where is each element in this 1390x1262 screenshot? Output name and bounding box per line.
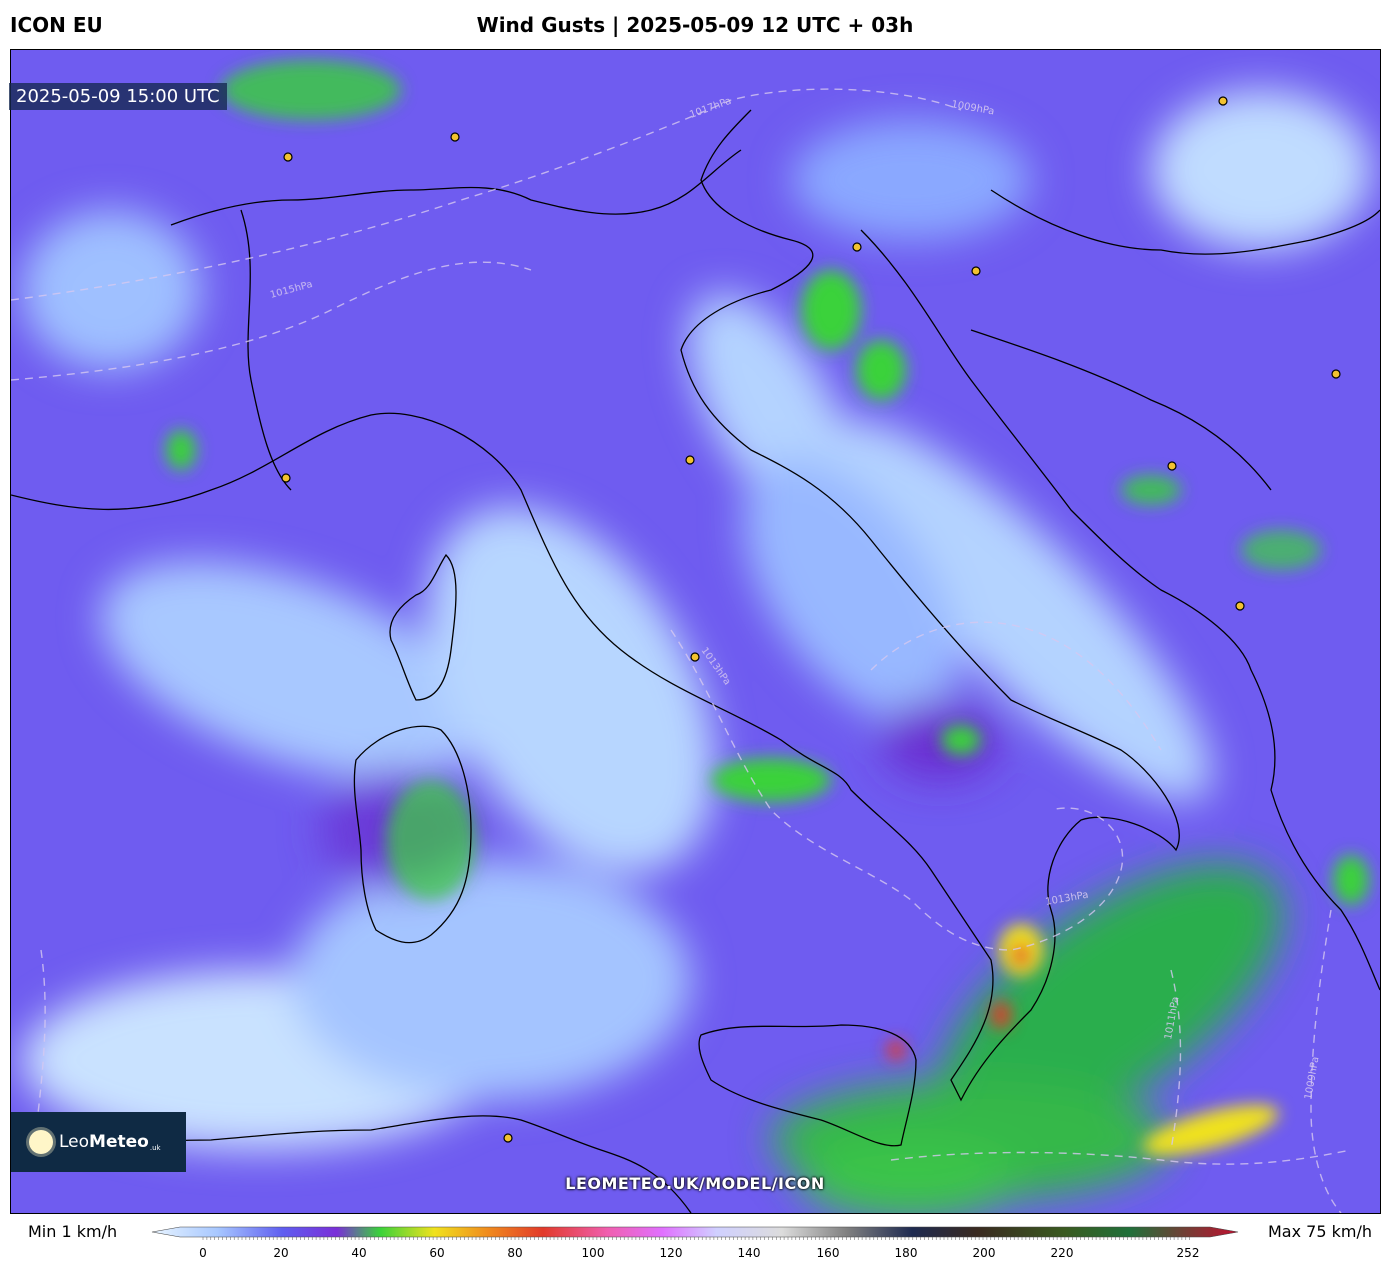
colorbar-tick-label: 180 bbox=[895, 1246, 918, 1260]
logo-text: LeoMeteo.uk bbox=[59, 1132, 161, 1152]
colorbar-tick-label: 40 bbox=[351, 1246, 366, 1260]
city-marker bbox=[281, 473, 291, 483]
city-marker bbox=[450, 132, 460, 142]
leometeo-logo[interactable]: LeoMeteo.uk bbox=[11, 1112, 186, 1172]
city-marker bbox=[690, 652, 700, 662]
colorbar: 0 20 40 60 80 100 120 140 160 180 200 22… bbox=[151, 1226, 1239, 1260]
colorbar-max-label: Max 75 km/h bbox=[1268, 1222, 1372, 1241]
city-marker bbox=[1167, 461, 1177, 471]
city-marker bbox=[1218, 96, 1228, 106]
wind-gust-map[interactable]: 1017hPa 1009hPa 1013hPa 1015hPa 1011hPa … bbox=[10, 49, 1381, 1214]
colorbar-ticks bbox=[202, 1237, 1190, 1240]
colorbar-tick-label: 0 bbox=[199, 1246, 207, 1260]
city-marker bbox=[685, 455, 695, 465]
city-marker bbox=[971, 266, 981, 276]
chart-title: Wind Gusts | 2025-05-09 12 UTC + 03h bbox=[476, 13, 914, 37]
city-marker bbox=[852, 242, 862, 252]
city-marker bbox=[503, 1133, 513, 1143]
colorbar-tick-label: 60 bbox=[429, 1246, 444, 1260]
colorbar-tick-label: 140 bbox=[738, 1246, 761, 1260]
colorbar-tick-label: 220 bbox=[1051, 1246, 1074, 1260]
colorbar-tick-label: 100 bbox=[582, 1246, 605, 1260]
city-marker bbox=[1331, 369, 1341, 379]
city-marker bbox=[283, 152, 293, 162]
source-watermark: LEOMETEO.UK/MODEL/ICON bbox=[565, 1174, 825, 1193]
colorbar-tick-label: 80 bbox=[507, 1246, 522, 1260]
colorbar-tick-label: 160 bbox=[817, 1246, 840, 1260]
colorbar-tick-label: 200 bbox=[973, 1246, 996, 1260]
sun-icon bbox=[29, 1130, 53, 1154]
colorbar-bar bbox=[151, 1226, 1239, 1238]
colorbar-min-label: Min 1 km/h bbox=[28, 1222, 118, 1241]
map-canvas: 1017hPa 1009hPa 1013hPa 1015hPa 1011hPa … bbox=[11, 50, 1380, 1213]
colorbar-tick-label: 120 bbox=[660, 1246, 683, 1260]
colorbar-tick-labels: 0 20 40 60 80 100 120 140 160 180 200 22… bbox=[199, 1246, 1199, 1260]
city-marker bbox=[1235, 601, 1245, 611]
colorbar-tick-label: 20 bbox=[273, 1246, 288, 1260]
valid-time-badge: 2025-05-09 15:00 UTC bbox=[9, 83, 227, 110]
colorbar-tick-label: 252 bbox=[1177, 1246, 1200, 1260]
